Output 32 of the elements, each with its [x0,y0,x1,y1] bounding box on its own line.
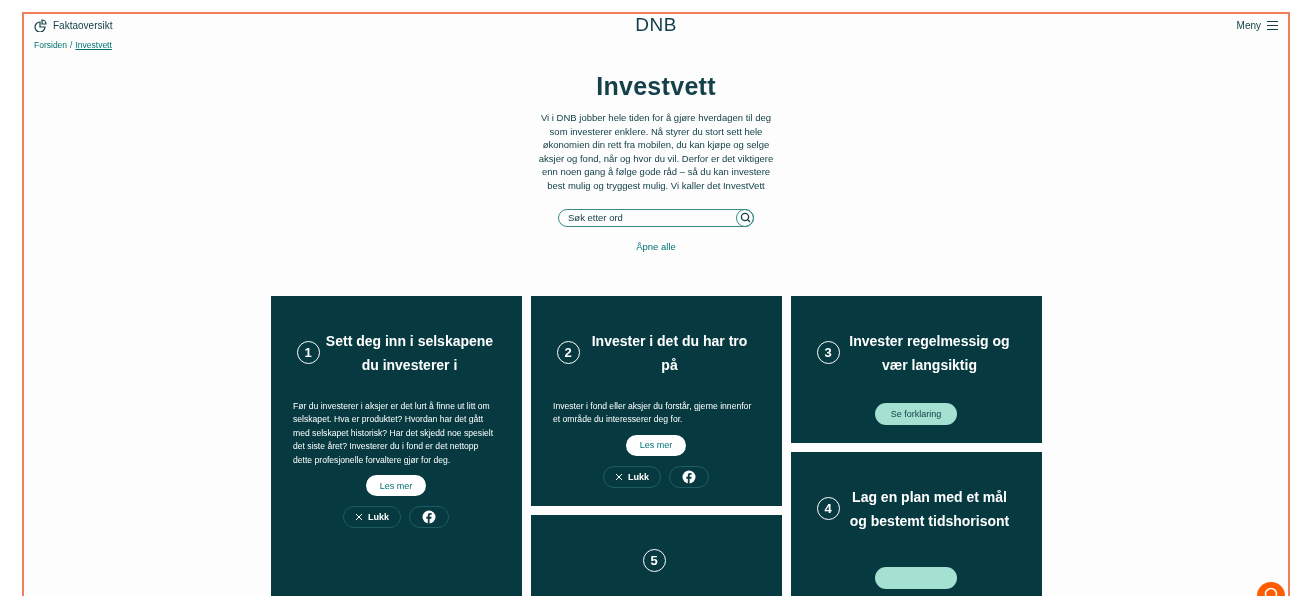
card[interactable]: 3 Invester regelmessig og vær langsiktig Se forklaring [790,295,1042,443]
card-title: Invester regelmessig og vær langsiktig [848,331,1011,375]
facts-link[interactable]: Faktaoversikt [34,18,234,32]
close-icon [355,513,363,522]
page-title: Investvett [596,72,716,101]
close-icon [615,472,623,481]
logo[interactable]: DNB [635,14,677,36]
read-more-button[interactable]: Les mer [625,434,687,456]
chart-icon [34,18,47,32]
card-text: Invester i fond eller aksjer du forstår, gjerne innenfor et område du interesserer deg for. [553,399,753,427]
explain-button[interactable]: Se forklaring [875,402,957,425]
card-title: Sett deg inn i selskapene du investerer i [324,331,495,375]
card[interactable]: 4 Lag en plan med et mål og bestemt tidshorisont [790,451,1042,596]
menu-icon [1267,19,1278,31]
intro-text: Vi i DNB jobber hele tiden for å gjøre hverdagen til deg som investerer enklere. Nå styrer du stort sett hele økonomien din rett fra mobilen, du kan kjøpe og selge aksjer og fond, når og hvor du vil. Derfor er det viktigere enn noen gang å følge gode råd – så du kan investere best mulig og tryggest mulig. Vi kaller det InvestVett [537,111,775,193]
card-title: Lag en plan med et mål og bestemt tidshorisont [848,487,1011,531]
card[interactable]: 5 [530,514,782,596]
search-icon [739,212,751,224]
menu-button[interactable]: Meny [1078,19,1278,31]
card-text: Før du investerer i aksjer er det lurt å finne ut litt om selskapet. Hva er produktet? Hvordan har det gått med selskapet historisk? Har det skjedd noe spesielt det siste året? Investerer du i fond er det nettopp dette profesjonelle forvaltere gjør for deg. [293,399,495,467]
breadcrumb-separator: / [70,40,73,50]
breadcrumb-link[interactable]: Forsiden [34,40,68,50]
explain-button[interactable] [875,566,957,589]
card[interactable]: 2 Invester i det du har tro på Invester i fond eller aksjer du forstår, gjerne innenfor et område du interesserer deg for. Les mer Lukk [530,295,782,506]
open-all-link[interactable]: Åpne alle [636,240,676,252]
breadcrumb-link[interactable]: Investvett [75,40,112,50]
facebook-icon [422,510,436,525]
read-more-button[interactable]: Les mer [365,475,427,497]
facebook-icon [682,469,696,484]
search-field[interactable]: Søk etter ord [558,208,754,227]
card-title: Invester i det du har tro på [590,331,749,375]
card[interactable] [270,295,522,596]
